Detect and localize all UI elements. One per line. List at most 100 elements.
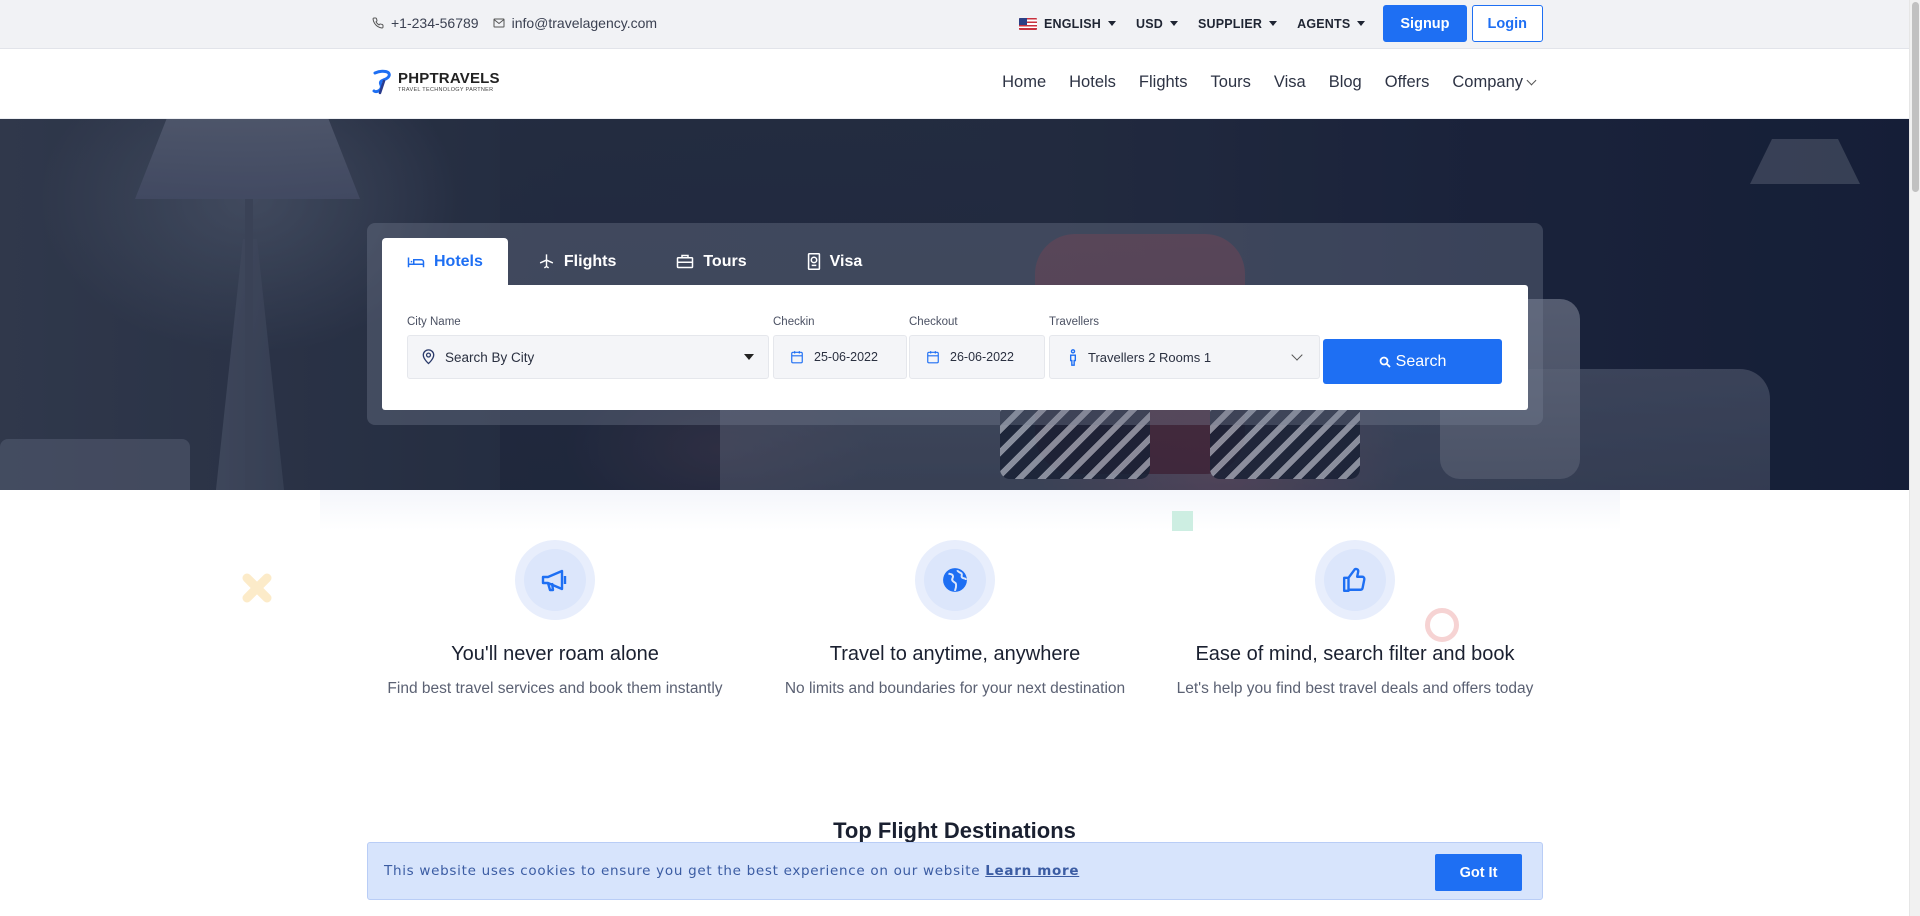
feature-title: Ease of mind, search filter and book <box>1195 643 1515 665</box>
tab-hotels[interactable]: Hotels <box>382 238 508 285</box>
nav-offers[interactable]: Offers <box>1385 73 1430 92</box>
search-button-label: Search <box>1395 352 1447 370</box>
main-menu: Home Hotels Flights Tours Visa Blog Offe… <box>979 73 1537 92</box>
search-form: City Name Search By City Checkin 25-06-2… <box>382 285 1528 410</box>
feature-card: You'll never roam alone Find best travel… <box>365 540 745 698</box>
checkin-label: Checkin <box>773 316 815 328</box>
topbar-actions: ENGLISH USD SUPPLIER AGENTS Signup Login <box>999 5 1543 42</box>
tab-flights-label: Flights <box>563 252 617 270</box>
travellers-field: Travellers Travellers 2 Rooms 1 <box>1049 316 1320 379</box>
checkin-value: 25-06-2022 <box>814 350 878 364</box>
search-tabs: Hotels Flights Tours Visa <box>382 238 892 285</box>
caret-down-icon <box>744 354 754 360</box>
page: +1-234-56789 info@travelagency.com ENGLI… <box>0 0 1909 916</box>
contact-info: +1-234-56789 info@travelagency.com <box>372 15 671 31</box>
nav-hotels[interactable]: Hotels <box>1069 73 1116 92</box>
search-icon <box>1379 356 1391 368</box>
mail-icon <box>493 18 505 28</box>
globe-icon <box>943 568 967 592</box>
airplane-icon <box>539 254 554 269</box>
city-select[interactable]: Search By City <box>407 335 769 379</box>
feature-title: Travel to anytime, anywhere <box>829 643 1081 665</box>
checkout-input[interactable]: 26-06-2022 <box>909 335 1045 379</box>
tab-hotels-label: Hotels <box>434 252 483 270</box>
nav-company[interactable]: Company <box>1452 73 1537 92</box>
brand-name: PHPTRAVELS <box>398 70 500 87</box>
bed-icon <box>407 257 425 267</box>
nav-flights[interactable]: Flights <box>1139 73 1188 92</box>
chevron-down-icon <box>1291 349 1303 361</box>
got-it-button[interactable]: Got It <box>1435 854 1522 891</box>
calendar-icon <box>927 351 939 364</box>
page-scrollbar[interactable] <box>1909 0 1920 916</box>
nav-visa[interactable]: Visa <box>1274 73 1306 92</box>
signup-button[interactable]: Signup <box>1383 5 1467 42</box>
phone-number: +1-234-56789 <box>391 15 479 31</box>
nav-home[interactable]: Home <box>1002 73 1046 92</box>
agents-dropdown[interactable]: AGENTS <box>1297 16 1366 31</box>
email-contact[interactable]: info@travelagency.com <box>493 15 657 31</box>
megaphone-icon <box>541 569 567 592</box>
thumbs-up-icon <box>1342 567 1366 593</box>
phone-icon <box>372 17 384 29</box>
caret-down-icon <box>1357 21 1366 26</box>
caret-down-icon <box>1169 21 1178 26</box>
travellers-label: Travellers <box>1049 316 1100 328</box>
caret-down-icon <box>1269 21 1278 26</box>
section-title: Top Flight Destinations <box>833 818 1076 843</box>
feature-text: No limits and boundaries for your next d… <box>784 680 1126 697</box>
currency-dropdown[interactable]: USD <box>1136 17 1178 31</box>
feature-icon-wrap <box>1315 540 1395 620</box>
tab-visa[interactable]: Visa <box>777 238 893 285</box>
tab-flights[interactable]: Flights <box>508 238 646 285</box>
feature-icon-wrap <box>915 540 995 620</box>
agents-label: AGENTS <box>1297 16 1351 31</box>
main-navbar: PHPTRAVELS TRAVEL TECHNOLOGY PARTNER Hom… <box>0 49 1909 119</box>
features-shadow <box>320 490 1620 530</box>
email-address: info@travelagency.com <box>511 15 658 31</box>
checkout-label: Checkout <box>909 316 958 328</box>
city-value: Search By City <box>445 349 535 365</box>
decorative-x-shape <box>242 573 272 603</box>
passport-icon <box>807 253 820 270</box>
feature-card: Ease of mind, search filter and book Let… <box>1165 540 1545 698</box>
logo-mark-icon <box>372 69 391 95</box>
chevron-down-icon <box>1526 75 1537 86</box>
tab-tours-label: Tours <box>703 252 747 270</box>
tab-visa-label: Visa <box>829 252 863 270</box>
feature-icon-wrap <box>515 540 595 620</box>
checkout-field: Checkout 26-06-2022 <box>909 316 1045 379</box>
tab-tours[interactable]: Tours <box>646 238 776 285</box>
feature-card: Travel to anytime, anywhere No limits an… <box>765 540 1145 698</box>
checkin-input[interactable]: 25-06-2022 <box>773 335 907 379</box>
decorative-square <box>1172 511 1193 531</box>
person-icon <box>1069 348 1077 366</box>
city-field: City Name Search By City <box>407 316 769 379</box>
calendar-icon <box>791 351 803 364</box>
currency-label: USD <box>1135 16 1163 31</box>
city-label: City Name <box>407 316 461 328</box>
cookie-message: This website uses cookies to ensure you … <box>384 863 981 879</box>
map-pin-icon <box>422 349 435 365</box>
language-label: ENGLISH <box>1044 16 1101 31</box>
brand-logo[interactable]: PHPTRAVELS TRAVEL TECHNOLOGY PARTNER <box>372 69 500 95</box>
nav-blog[interactable]: Blog <box>1329 73 1362 92</box>
cookie-banner: This website uses cookies to ensure you … <box>367 842 1543 900</box>
scrollbar-thumb[interactable] <box>1912 2 1919 192</box>
us-flag-icon <box>1019 17 1037 30</box>
travellers-select[interactable]: Travellers 2 Rooms 1 <box>1049 335 1320 379</box>
search-button[interactable]: Search <box>1323 339 1502 384</box>
travellers-value: Travellers 2 Rooms 1 <box>1088 349 1212 365</box>
nav-tours[interactable]: Tours <box>1211 73 1251 92</box>
search-widget: Hotels Flights Tours Visa City Name Sear… <box>367 223 1543 425</box>
suitcase-icon <box>677 254 694 269</box>
learn-more-link[interactable]: Learn more <box>985 863 1079 879</box>
top-bar: +1-234-56789 info@travelagency.com ENGLI… <box>0 0 1909 49</box>
caret-down-icon <box>1107 21 1116 26</box>
supplier-dropdown[interactable]: SUPPLIER <box>1197 16 1278 31</box>
language-dropdown[interactable]: ENGLISH <box>1019 17 1116 31</box>
checkout-value: 26-06-2022 <box>950 350 1014 364</box>
supplier-label: SUPPLIER <box>1197 16 1263 31</box>
login-button[interactable]: Login <box>1471 5 1543 42</box>
phone-contact[interactable]: +1-234-56789 <box>372 15 479 31</box>
